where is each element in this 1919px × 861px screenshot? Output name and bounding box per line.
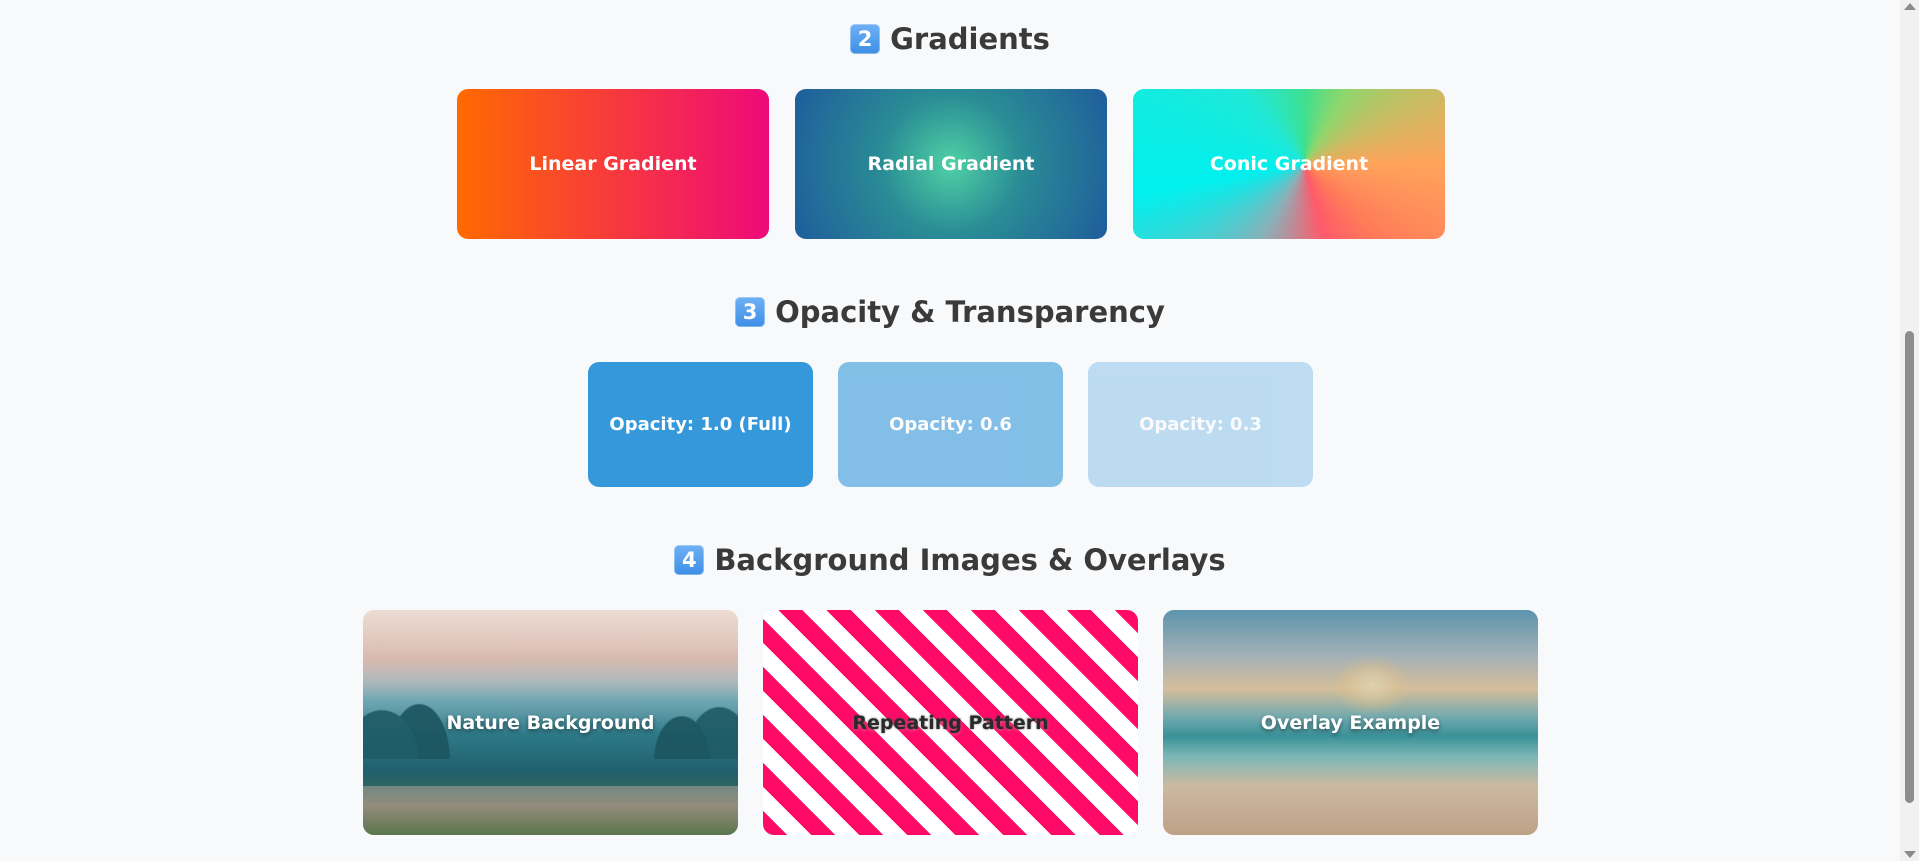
card-label: Linear Gradient (529, 153, 697, 175)
card-label: Opacity: 0.3 (1139, 414, 1262, 435)
nature-background-card: Nature Background (363, 610, 738, 835)
card-label: Radial Gradient (867, 153, 1035, 175)
section-heading: Background Images & Overlays (714, 543, 1226, 577)
scroll-up-arrow-icon[interactable] (1904, 3, 1916, 10)
number-2-icon: 2 (850, 24, 881, 54)
card-label: Opacity: 0.6 (889, 414, 1012, 435)
card-label: Repeating Pattern (852, 711, 1049, 734)
section-title-backgrounds: 4 Background Images & Overlays (0, 543, 1900, 577)
section-heading: Gradients (890, 22, 1050, 56)
opacity-full-card: Opacity: 1.0 (Full) (588, 362, 813, 487)
page-content: 2 Gradients Linear Gradient Radial Gradi… (0, 0, 1900, 861)
card-label: Conic Gradient (1209, 153, 1369, 175)
section-heading: Opacity & Transparency (775, 295, 1165, 329)
number-3-icon: 3 (735, 297, 766, 327)
overlay-example-card: Overlay Example (1163, 610, 1538, 835)
card-label: Nature Background (446, 711, 655, 734)
repeating-pattern-card: Repeating Pattern (763, 610, 1138, 835)
vertical-scrollbar[interactable] (1900, 0, 1919, 861)
section-title-opacity: 3 Opacity & Transparency (0, 295, 1900, 329)
opacity-06-card: Opacity: 0.6 (838, 362, 1063, 487)
card-label: Opacity: 1.0 (Full) (609, 414, 792, 435)
card-label: Overlay Example (1260, 711, 1441, 734)
opacity-03-card: Opacity: 0.3 (1088, 362, 1313, 487)
radial-gradient-card: Radial Gradient (795, 89, 1107, 239)
linear-gradient-card: Linear Gradient (457, 89, 769, 239)
number-4-icon: 4 (674, 545, 705, 575)
section-title-gradients: 2 Gradients (0, 22, 1900, 56)
scroll-down-arrow-icon[interactable] (1904, 851, 1916, 858)
scrollbar-thumb[interactable] (1905, 331, 1914, 803)
conic-gradient-card: Conic Gradient (1133, 89, 1445, 239)
